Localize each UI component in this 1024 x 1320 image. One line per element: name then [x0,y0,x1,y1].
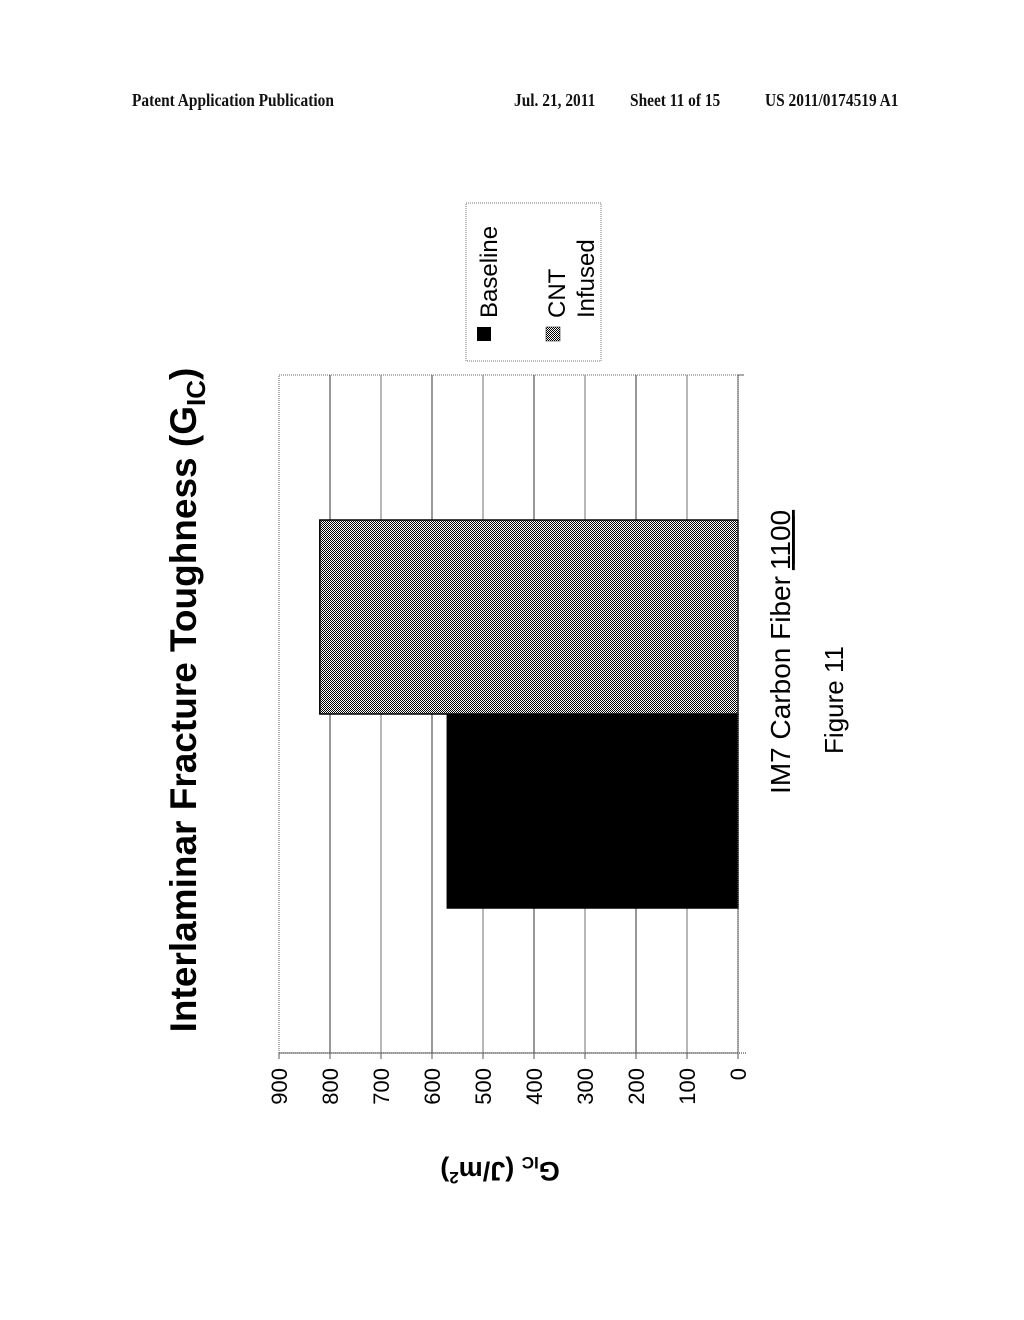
y-tick-label: 400 [522,1068,547,1105]
figure-caption: Figure 11 [819,646,849,754]
y-tick-label: 300 [573,1068,598,1105]
reference-numeral: 1100 [765,510,796,570]
y-tick-label: 200 [624,1068,649,1105]
chart-figure: 0 100 200 300 400 500 600 700 800 900 Interlamina… [163,202,849,1187]
y-tick-label: 500 [471,1068,496,1105]
y-tick-label: 100 [675,1068,700,1105]
y-tick-label: 700 [369,1068,394,1105]
legend-label-baseline: Baseline [476,226,503,318]
x-axis-label-group: IM7 Carbon Fiber 1100 [765,510,796,794]
legend-swatch-cnt-infused [545,326,561,342]
bar-cnt-infused [319,519,739,715]
bar-baseline [446,713,739,909]
y-tick-label: 900 [267,1068,292,1105]
y-tick-label: 0 [726,1068,751,1080]
legend-label-cnt: CNT [544,268,571,318]
y-tick-label: 600 [420,1068,445,1105]
chart-title: Interlaminar Fracture Toughness (GIC) [163,368,211,1033]
legend-swatch-baseline [477,327,491,341]
y-tick-label: 800 [318,1068,343,1105]
legend: Baseline CNT Infused [465,202,602,362]
y-axis-label: GIC (J/m2) [440,1153,560,1187]
legend-label-infused: Infused [573,239,600,318]
x-axis-label: IM7 Carbon Fiber [765,576,796,794]
